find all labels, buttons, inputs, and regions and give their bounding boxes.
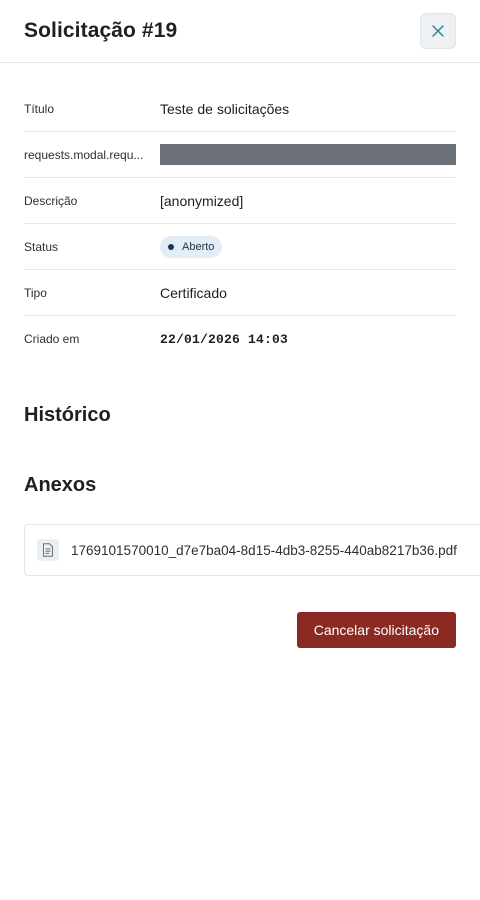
cancel-request-button[interactable]: Cancelar solicitação xyxy=(296,612,456,648)
close-icon xyxy=(432,25,444,37)
redacted-value xyxy=(160,144,456,165)
modal-actions: Cancelar solicitação xyxy=(24,612,456,648)
modal-header: Solicitação #19 xyxy=(0,0,480,63)
detail-label: requests.modal.requ... xyxy=(24,147,144,162)
details-list: Título Teste de solicitações requests.mo… xyxy=(24,86,456,362)
detail-row-description: Descrição [anonymized] xyxy=(24,178,456,224)
detail-row-redacted: requests.modal.requ... xyxy=(24,132,456,178)
detail-value: Certificado xyxy=(160,284,227,301)
detail-row-status: Status Aberto xyxy=(24,224,456,270)
detail-label: Criado em xyxy=(24,332,80,346)
history-title: Histórico xyxy=(24,404,111,426)
close-button[interactable] xyxy=(420,13,456,49)
detail-label: Tipo xyxy=(24,285,47,300)
detail-value: 22/01/2026 14:03 xyxy=(160,331,289,347)
file-text-icon xyxy=(37,539,59,561)
request-modal: Solicitação #19 Título Teste de solicita… xyxy=(0,0,480,900)
attachments-title: Anexos xyxy=(24,474,97,496)
detail-value: Teste de solicitações xyxy=(160,100,290,117)
detail-label: Descrição xyxy=(24,193,78,208)
modal-title: Solicitação #19 xyxy=(24,19,178,42)
status-badge: Aberto xyxy=(160,235,223,258)
status-badge-label: Aberto xyxy=(182,240,215,253)
detail-row-title: Título Teste de solicitações xyxy=(24,86,456,132)
detail-row-created: Criado em 22/01/2026 14:03 xyxy=(24,316,456,362)
detail-row-type: Tipo Certificado xyxy=(24,270,456,316)
attachment-name: 1769101570010_d7e7ba04-8d15-4db3-8255-44… xyxy=(71,542,457,558)
detail-value: Aberto xyxy=(160,235,456,258)
modal-content: Título Teste de solicitações requests.mo… xyxy=(0,86,480,648)
attachment-item[interactable]: 1769101570010_d7e7ba04-8d15-4db3-8255-44… xyxy=(24,524,480,576)
detail-value: [anonymized] xyxy=(160,192,244,209)
detail-label: Status xyxy=(24,239,59,254)
detail-value xyxy=(160,144,456,165)
detail-label: Título xyxy=(24,101,55,116)
status-dot-icon xyxy=(168,243,174,250)
